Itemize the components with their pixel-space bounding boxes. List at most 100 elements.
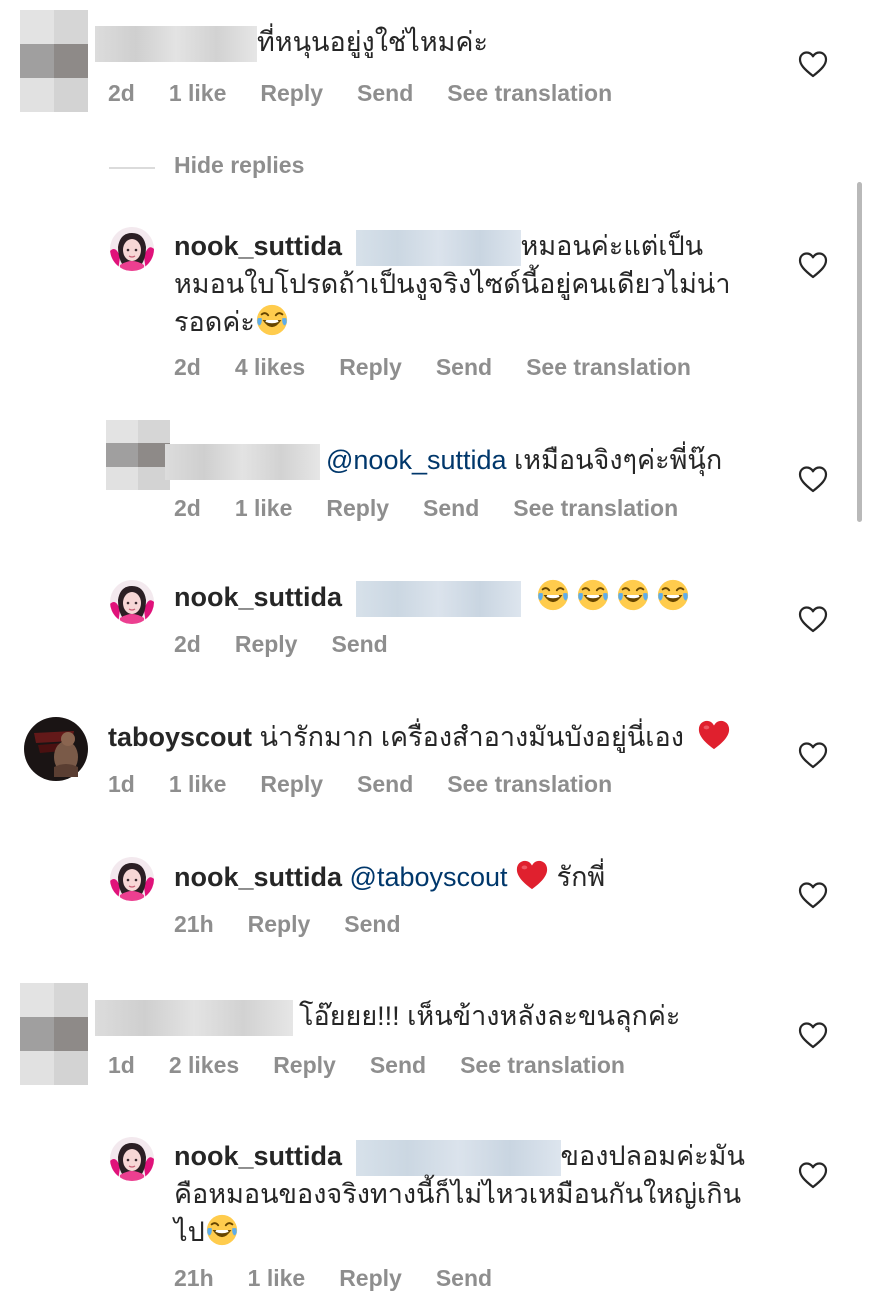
- avatar[interactable]: [110, 857, 154, 901]
- blurred-username[interactable]: [95, 25, 257, 62]
- comment-text: ที่หนุนอยู่งูใช่ไหมค่ะ: [257, 27, 488, 57]
- comment-actions: 2d 1 like Reply Send See translation: [108, 78, 646, 108]
- comment: nook_suttida: [174, 578, 690, 617]
- reply-button[interactable]: Reply: [326, 495, 389, 522]
- blurred-mention[interactable]: [355, 580, 521, 617]
- send-button[interactable]: Send: [423, 495, 479, 522]
- see-translation-button[interactable]: See translation: [513, 495, 678, 522]
- comment-text-line3: ไป: [174, 1216, 205, 1247]
- likes-count[interactable]: 1 like: [169, 771, 227, 798]
- blurred-username[interactable]: [165, 443, 320, 480]
- heart-outline-icon[interactable]: [798, 1161, 828, 1189]
- comment-text-line1: ของปลอมค่ะมัน: [560, 1141, 745, 1171]
- likes-count[interactable]: 1 like: [235, 495, 293, 522]
- mention-link[interactable]: @nook_suttida: [326, 445, 507, 475]
- comment-actions: 2d Reply Send: [174, 629, 422, 659]
- comment-text-line1: หมอนค่ะแต่เป็น: [520, 231, 704, 261]
- blurred-mention[interactable]: [355, 229, 521, 266]
- heart-outline-icon[interactable]: [798, 50, 828, 78]
- comment-text: โอ๊ยยย!!! เห็นข้างหลังละขนลุกค่ะ: [299, 1001, 681, 1031]
- heart-outline-icon[interactable]: [798, 605, 828, 633]
- timestamp: 2d: [174, 494, 201, 521]
- avatar[interactable]: [24, 717, 88, 781]
- timestamp: 21h: [174, 910, 214, 937]
- send-button[interactable]: Send: [436, 1265, 492, 1292]
- comment: nook_suttida หมอนค่ะแต่เป็น หมอนใบโปรดถ้…: [174, 228, 774, 341]
- likes-count[interactable]: 4 likes: [235, 354, 305, 381]
- reply-button[interactable]: Reply: [339, 1265, 402, 1292]
- likes-count[interactable]: 1 like: [248, 1265, 306, 1292]
- heart-outline-icon[interactable]: [798, 881, 828, 909]
- username[interactable]: nook_suttida: [174, 1141, 342, 1171]
- send-button[interactable]: Send: [370, 1052, 426, 1079]
- comment-actions: 21h 1 like Reply Send: [174, 1263, 526, 1293]
- likes-count[interactable]: 2 likes: [169, 1052, 239, 1079]
- avatar[interactable]: [106, 420, 170, 490]
- comment-actions: 21h Reply Send: [174, 909, 435, 939]
- timestamp: 21h: [174, 1264, 214, 1291]
- timestamp: 2d: [174, 353, 201, 380]
- send-button[interactable]: Send: [357, 80, 413, 107]
- comment-actions: 2d 1 like Reply Send See translation: [174, 493, 712, 523]
- reply-button[interactable]: Reply: [248, 911, 311, 938]
- comment: ที่หนุนอยู่งูใช่ไหมค่ะ: [95, 24, 488, 62]
- comment-text-line3: รอดค่ะ: [174, 306, 255, 337]
- send-button[interactable]: Send: [357, 771, 413, 798]
- comment-actions: 1d 1 like Reply Send See translation: [108, 769, 646, 799]
- reply-button[interactable]: Reply: [260, 80, 323, 107]
- scrollbar[interactable]: [857, 182, 862, 522]
- username[interactable]: nook_suttida: [174, 862, 342, 892]
- see-translation-button[interactable]: See translation: [460, 1052, 625, 1079]
- username[interactable]: nook_suttida: [174, 231, 342, 261]
- blurred-mention[interactable]: [355, 1139, 561, 1176]
- heart-outline-icon[interactable]: [798, 251, 828, 279]
- see-translation-button[interactable]: See translation: [526, 354, 691, 381]
- see-translation-button[interactable]: See translation: [447, 80, 612, 107]
- comment: nook_suttida ของปลอมค่ะมัน คือหมอนของจริ…: [174, 1138, 774, 1251]
- username[interactable]: nook_suttida: [174, 582, 342, 612]
- comment-text: น่ารักมาก เครื่องสำอางมันบังอยู่นี่เอง: [259, 722, 684, 752]
- laughing-emoji-icon: [536, 578, 570, 612]
- avatar[interactable]: [110, 1137, 154, 1181]
- timestamp: 2d: [108, 79, 135, 106]
- heart-outline-icon[interactable]: [798, 465, 828, 493]
- hide-replies-button[interactable]: Hide replies: [174, 152, 304, 179]
- heart-outline-icon[interactable]: [798, 741, 828, 769]
- comment: @nook_suttida เหมือนจิงๆค่ะพี่นุ๊ก: [165, 442, 722, 480]
- laughing-emoji-icon: [576, 578, 610, 612]
- send-button[interactable]: Send: [436, 354, 492, 381]
- reply-button[interactable]: Reply: [273, 1052, 336, 1079]
- reply-button[interactable]: Reply: [260, 771, 323, 798]
- timestamp: 1d: [108, 770, 135, 797]
- comment-text-line2: คือหมอนของจริงทางนี้ก็ไม่ไหวเหมือนกันใหญ…: [174, 1178, 742, 1209]
- send-button[interactable]: Send: [331, 631, 387, 658]
- reply-button[interactable]: Reply: [339, 354, 402, 381]
- comment: nook_suttida @taboyscout รักพี่: [174, 858, 605, 896]
- blurred-username[interactable]: [95, 999, 293, 1036]
- laughing-emoji-icon: [255, 303, 289, 337]
- heart-outline-icon[interactable]: [798, 1021, 828, 1049]
- comment-actions: 2d 4 likes Reply Send See translation: [174, 352, 725, 382]
- laughing-emoji-icon: [616, 578, 650, 612]
- timestamp: 1d: [108, 1051, 135, 1078]
- likes-count[interactable]: 1 like: [169, 80, 227, 107]
- hide-replies-line: [109, 167, 155, 169]
- red-heart-emoji-icon: [515, 858, 549, 892]
- avatar[interactable]: [110, 227, 154, 271]
- comment-text: รักพี่: [556, 862, 606, 892]
- red-heart-emoji-icon: [697, 718, 731, 752]
- avatar[interactable]: [110, 580, 154, 624]
- laughing-emoji-icon: [656, 578, 690, 612]
- comment: โอ๊ยยย!!! เห็นข้างหลังละขนลุกค่ะ: [95, 998, 680, 1036]
- avatar[interactable]: [20, 10, 88, 112]
- mention-link[interactable]: @taboyscout: [350, 862, 508, 892]
- send-button[interactable]: Send: [344, 911, 400, 938]
- reply-button[interactable]: Reply: [235, 631, 298, 658]
- comment-actions: 1d 2 likes Reply Send See translation: [108, 1050, 659, 1080]
- see-translation-button[interactable]: See translation: [447, 771, 612, 798]
- username[interactable]: taboyscout: [108, 722, 252, 752]
- avatar[interactable]: [20, 983, 88, 1085]
- comment-text: เหมือนจิงๆค่ะพี่นุ๊ก: [514, 445, 723, 475]
- comment-text-line2: หมอนใบโปรดถ้าเป็นงูจริงไซด์นี้อยู่คนเดีย…: [174, 268, 731, 299]
- laughing-emoji-icon: [205, 1213, 239, 1247]
